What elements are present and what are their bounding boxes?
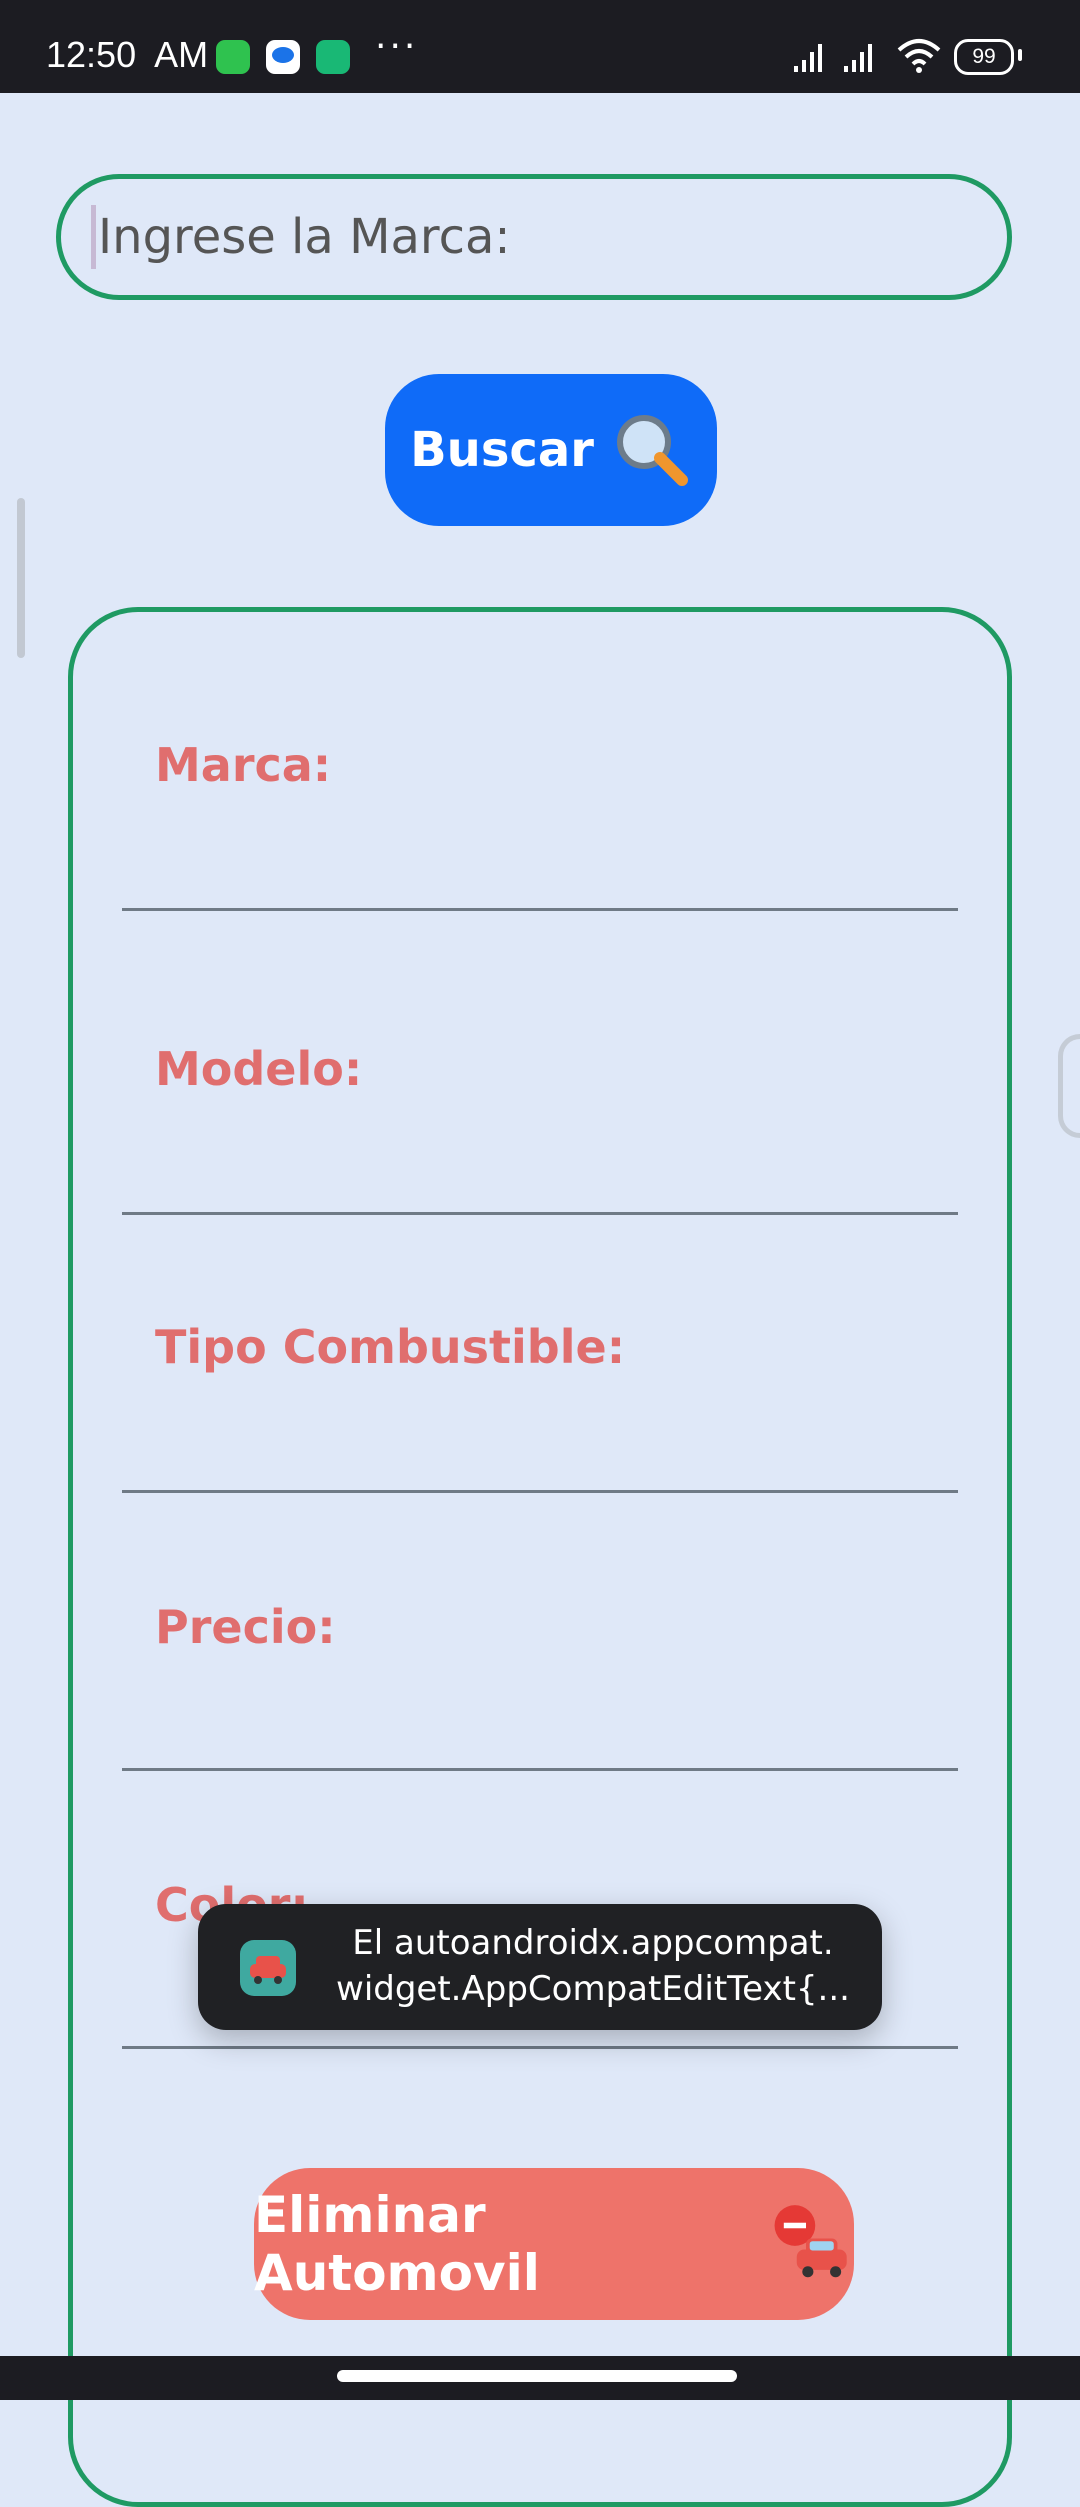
buscar-button[interactable]: Buscar bbox=[385, 374, 717, 526]
app-car-icon bbox=[240, 1940, 296, 1996]
color-field[interactable] bbox=[122, 2046, 958, 2049]
toast-text: El autoandroidx.appcompat. widget.AppCom… bbox=[336, 1923, 850, 2009]
marca-field[interactable] bbox=[122, 908, 958, 911]
buscar-label: Buscar bbox=[410, 422, 594, 478]
marca-label: Marca: bbox=[155, 738, 332, 792]
text-cursor bbox=[91, 205, 96, 269]
status-time: 12:50 AM bbox=[46, 34, 209, 75]
precio-field[interactable] bbox=[122, 1768, 958, 1771]
tipo-combustible-label: Tipo Combustible: bbox=[155, 1320, 626, 1374]
battery-indicator: 99 bbox=[954, 39, 1014, 75]
home-gesture-handle[interactable] bbox=[337, 2370, 737, 2382]
delete-car-icon bbox=[774, 2205, 847, 2278]
status-bar: 12:50 AM ··· 99 bbox=[0, 0, 1080, 93]
brand-search-input[interactable]: Ingrese la Marca: bbox=[56, 174, 1012, 300]
edge-panel-handle[interactable] bbox=[1058, 1034, 1080, 1138]
magnifying-glass-icon bbox=[616, 415, 688, 486]
signal-icon bbox=[794, 44, 822, 72]
eliminar-automovil-button[interactable]: Eliminar Automovil bbox=[254, 2168, 854, 2320]
messages-icon bbox=[266, 40, 300, 74]
modelo-label: Modelo: bbox=[155, 1042, 363, 1096]
app-notification-icon bbox=[316, 40, 350, 74]
battery-tip bbox=[1018, 49, 1022, 61]
more-notifications-icon: ··· bbox=[375, 26, 419, 67]
eliminar-label: Eliminar Automovil bbox=[254, 2186, 540, 2302]
wifi-icon bbox=[897, 39, 941, 73]
toast-message: El autoandroidx.appcompat. widget.AppCom… bbox=[198, 1904, 882, 2030]
modelo-field[interactable] bbox=[122, 1212, 958, 1215]
search-placeholder: Ingrese la Marca: bbox=[98, 209, 511, 265]
navigation-bar bbox=[0, 2356, 1080, 2400]
tipo-combustible-field[interactable] bbox=[122, 1490, 958, 1493]
whatsapp-icon bbox=[216, 40, 250, 74]
precio-label: Precio: bbox=[155, 1600, 336, 1654]
signal-icon-2 bbox=[844, 44, 872, 72]
scroll-indicator bbox=[17, 498, 25, 658]
